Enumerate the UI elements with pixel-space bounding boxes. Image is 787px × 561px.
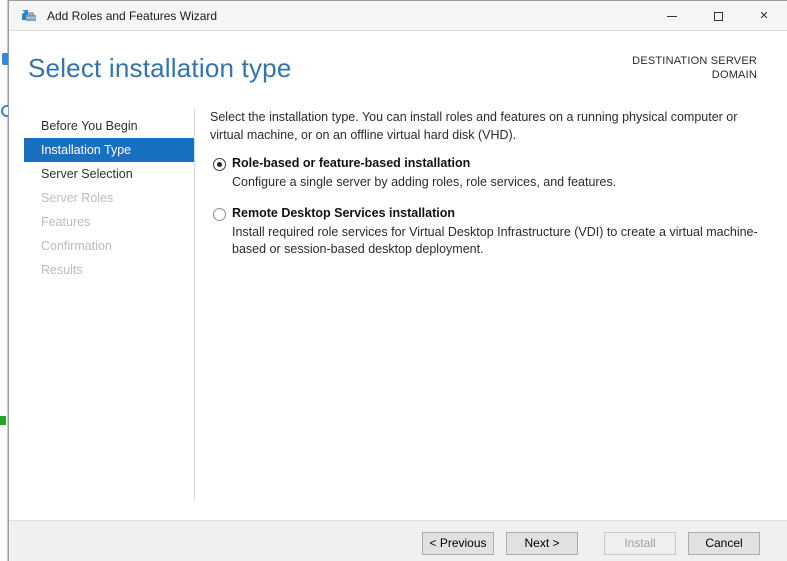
add-roles-wizard-window: Add Roles and Features Wizard ✕ Select i… (8, 0, 787, 561)
maximize-button[interactable] (695, 1, 741, 31)
sidebar-item-server-selection[interactable]: Server Selection (9, 162, 194, 186)
server-manager-icon (21, 8, 37, 24)
close-button[interactable]: ✕ (741, 1, 787, 31)
window-controls: ✕ (649, 1, 787, 31)
title-bar: Add Roles and Features Wizard ✕ (9, 1, 787, 31)
option-role-based-description: Configure a single server by adding role… (232, 175, 617, 189)
page-title: Select installation type (28, 53, 292, 83)
previous-button[interactable]: < Previous (422, 532, 494, 555)
window-title: Add Roles and Features Wizard (47, 8, 218, 23)
destination-server-label: DESTINATION SERVER (632, 55, 757, 67)
close-icon: ✕ (759, 9, 769, 22)
screenshot-root: Add Roles and Features Wizard ✕ Select i… (0, 0, 787, 561)
option-role-based-label[interactable]: Role-based or feature-based installation (232, 156, 772, 170)
cancel-button[interactable]: Cancel (688, 532, 760, 555)
radio-remote-desktop-installation[interactable] (213, 208, 226, 221)
option-remote-desktop-label[interactable]: Remote Desktop Services installation (232, 206, 772, 220)
install-button: Install (604, 532, 676, 555)
background-icon-fragment (1, 105, 8, 117)
sidebar-item-server-roles: Server Roles (41, 191, 114, 205)
sidebar-item-before-you-begin[interactable]: Before You Begin (9, 114, 194, 138)
radio-role-based-installation[interactable] (213, 158, 226, 171)
sidebar-divider (194, 109, 195, 501)
sidebar-item-installation-type[interactable]: Installation Type (24, 138, 194, 162)
maximize-icon (713, 11, 723, 21)
wizard-steps-nav: Before You Begin Installation Type Serve… (9, 114, 194, 282)
next-button[interactable]: Next > (506, 532, 578, 555)
installation-type-description: Select the installation type. You can in… (210, 110, 738, 142)
destination-server-block: DESTINATION SERVER DOMAIN (632, 54, 757, 82)
option-remote-desktop-description: Install required role services for Virtu… (232, 225, 758, 256)
background-window-sliver (0, 0, 8, 561)
wizard-footer: < Previous Next > Install Cancel (9, 520, 787, 561)
destination-server-value: DOMAIN (711, 69, 757, 81)
sidebar-item-results: Results (41, 263, 83, 277)
minimize-button[interactable] (649, 1, 695, 31)
footer-buttons: < Previous Next > Install Cancel (422, 532, 760, 555)
minimize-icon (667, 15, 677, 17)
sidebar-item-confirmation: Confirmation (41, 239, 112, 253)
background-status-fragment (0, 416, 6, 425)
sidebar-item-features: Features (41, 215, 91, 229)
